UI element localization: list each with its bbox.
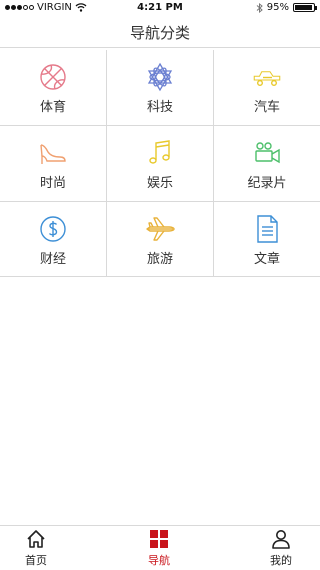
- category-entertainment[interactable]: 娱乐: [107, 126, 214, 202]
- tab-home[interactable]: 首页: [6, 526, 66, 570]
- car-icon: [253, 71, 281, 87]
- status-bar: VIRGIN 4:21 PM 95%: [0, 0, 320, 16]
- bluetooth-icon: [256, 2, 263, 13]
- nav-bar: 导航分类: [0, 16, 320, 48]
- basketball-icon: [40, 64, 66, 90]
- music-note-icon: [149, 140, 170, 164]
- page-title: 导航分类: [129, 24, 190, 42]
- tab-navigation[interactable]: 导航: [129, 526, 189, 570]
- tab-profile[interactable]: 我的: [251, 526, 311, 570]
- category-label: 汽车: [253, 100, 280, 115]
- category-label: 科技: [146, 100, 173, 115]
- category-travel[interactable]: 旅游: [107, 202, 214, 277]
- status-right: 95%: [256, 2, 317, 13]
- high-heel-icon: [40, 144, 66, 164]
- category-finance[interactable]: 财经: [0, 202, 107, 277]
- category-auto[interactable]: 汽车: [214, 50, 320, 126]
- home-icon: [27, 530, 45, 548]
- tab-label: 首页: [25, 554, 47, 567]
- tab-label: 我的: [270, 554, 292, 567]
- atom-star-icon: [147, 62, 173, 92]
- category-fashion[interactable]: 时尚: [0, 126, 107, 202]
- battery-icon: [293, 3, 317, 12]
- document-icon: [257, 215, 278, 243]
- grid-icon: [150, 530, 168, 548]
- airplane-icon: [146, 217, 175, 241]
- category-label: 文章: [253, 252, 280, 267]
- category-label: 财经: [39, 252, 66, 267]
- tab-bar: 首页 导航 我的: [0, 525, 320, 569]
- video-camera-icon: [255, 142, 280, 164]
- category-tech[interactable]: 科技: [107, 50, 214, 126]
- category-label: 体育: [39, 100, 66, 115]
- tab-label: 导航: [148, 554, 170, 567]
- category-label: 旅游: [146, 252, 173, 267]
- dollar-coin-icon: [40, 216, 66, 242]
- category-label: 时尚: [39, 176, 66, 191]
- battery-percent: 95%: [266, 2, 289, 13]
- category-article[interactable]: 文章: [214, 202, 320, 277]
- category-documentary[interactable]: 纪录片: [214, 126, 320, 202]
- category-label: 纪录片: [247, 176, 287, 191]
- category-grid: 体育 科技 汽车 时尚 娱乐 纪录片 财经 旅游 文章: [0, 50, 320, 277]
- user-icon: [272, 530, 290, 549]
- category-label: 娱乐: [146, 176, 173, 191]
- category-sports[interactable]: 体育: [0, 50, 107, 126]
